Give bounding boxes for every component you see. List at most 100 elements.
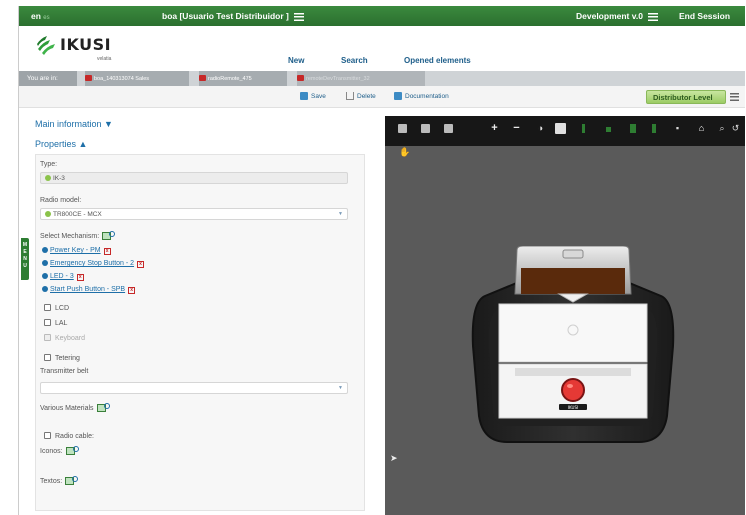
user-menu-icon[interactable] <box>293 12 304 21</box>
breadcrumb-item-text: boa_140313074 Sales <box>94 76 150 82</box>
breadcrumb-item-radioremote[interactable]: radioRemote_475 <box>199 71 287 86</box>
checkbox-label: Radio cable: <box>55 433 94 440</box>
zoom-out-icon[interactable]: − <box>512 123 521 134</box>
lcd-checkbox[interactable]: LCD <box>44 304 69 312</box>
ikusi-logo[interactable]: IKUSI velatia <box>35 32 135 66</box>
logo-text: IKUSI <box>60 35 112 54</box>
distributor-level-badge[interactable]: Distributor Level <box>646 90 726 104</box>
remove-icon[interactable]: x <box>128 287 136 294</box>
breadcrumb: You are in: boa_140313074 Sales radioRem… <box>19 71 745 86</box>
mechanism-item-power-key[interactable]: Power Key - PM x <box>42 247 111 255</box>
text-tool-icon[interactable] <box>555 123 566 134</box>
tool-bar-icon[interactable] <box>582 124 585 133</box>
zoom-in-icon[interactable]: + <box>490 123 499 134</box>
select-mechanism-label: Select Mechanism: <box>40 231 116 240</box>
checkbox-label: LCD <box>55 305 70 312</box>
radio-model-select[interactable]: TR800CE - MCX ▼ <box>40 208 348 220</box>
app-frame: en es boa [Usuario Test Distribuidor ] D… <box>18 6 745 515</box>
view-front-icon[interactable] <box>421 124 430 133</box>
mechanism-link[interactable]: Power Key - PM <box>50 247 101 254</box>
mechanism-item-emergency-stop[interactable]: Emergency Stop Button - 2x <box>42 260 145 268</box>
iconos-text: Iconos: <box>40 448 63 455</box>
side-menu-tab[interactable]: MENU <box>21 238 29 280</box>
language-current[interactable]: en <box>31 11 41 21</box>
small-square-icon[interactable] <box>606 127 611 132</box>
language-selector[interactable]: en es <box>31 11 50 21</box>
rotate-icon[interactable]: ◑ <box>536 124 545 133</box>
mouse-cursor-icon: ➤ <box>390 453 398 463</box>
breadcrumb-item-icon <box>297 75 304 81</box>
language-alt[interactable]: es <box>43 15 49 21</box>
add-text-icon[interactable] <box>65 476 79 485</box>
main-information-toggle[interactable]: Main information ▼ <box>35 119 113 129</box>
delete-label: Delete <box>357 93 376 100</box>
transmitter-belt-select[interactable]: ▼ <box>40 382 348 394</box>
documentation-label: Documentation <box>405 93 449 100</box>
add-icon-icon[interactable] <box>65 446 80 455</box>
mechanism-link[interactable]: Start Push Button - SPB <box>50 286 125 293</box>
textos-text: Textos: <box>40 478 63 485</box>
checkbox-box[interactable] <box>44 319 51 326</box>
mechanism-dot-icon <box>42 286 48 292</box>
save-button[interactable]: Save <box>300 92 326 100</box>
view-side-icon[interactable] <box>444 124 453 133</box>
properties-form: Type: IK-3 Radio model: TR800CE - MCX ▼ S… <box>35 154 365 511</box>
mechanism-dot-icon <box>42 260 48 266</box>
checkbox-box <box>44 334 51 341</box>
toolbar-menu-icon[interactable] <box>730 93 739 101</box>
documentation-button[interactable]: Documentation <box>394 92 449 100</box>
view-grid-icon[interactable] <box>398 124 407 133</box>
pan-hand-icon[interactable]: ✋ <box>399 147 410 158</box>
type-field: IK-3 <box>40 172 348 184</box>
lal-checkbox[interactable]: LAL <box>44 319 67 327</box>
checkbox-box[interactable] <box>44 354 51 361</box>
mechanism-item-led[interactable]: LED - 3x <box>42 273 84 281</box>
properties-panel: Main information ▼ Properties ▲ Type: IK… <box>31 116 371 511</box>
add-material-icon[interactable] <box>96 403 111 412</box>
mechanism-dot-icon <box>42 273 48 279</box>
radio-cable-checkbox[interactable]: Radio cable: <box>44 432 94 440</box>
breadcrumb-item-transmitter[interactable]: remoteDevTransmitter_32 <box>297 71 425 86</box>
nav-opened-elements[interactable]: Opened elements <box>404 56 471 65</box>
remove-icon[interactable]: x <box>76 274 84 281</box>
3d-viewer[interactable]: + − ◑ ▪ ⌂ ⌕ ↺ ✋ IKUSI ➤ <box>385 116 745 515</box>
properties-toggle[interactable]: Properties ▲ <box>35 139 87 149</box>
save-label: Save <box>311 93 326 100</box>
save-icon <box>300 92 308 100</box>
various-materials-text: Various Materials <box>40 405 94 412</box>
zoom-fit-icon[interactable]: ⌕ <box>715 124 729 133</box>
checkbox-box[interactable] <box>44 304 51 311</box>
type-value: IK-3 <box>53 174 65 182</box>
keyboard-checkbox: Keyboard <box>44 334 85 342</box>
remove-icon[interactable]: x <box>103 248 111 255</box>
environment-label: Development v.0 <box>576 11 643 21</box>
viewer-toolbar: + − ◑ ▪ ⌂ ⌕ ↺ <box>385 116 745 146</box>
remove-icon[interactable]: x <box>137 261 145 268</box>
textos-label: Textos: <box>40 476 79 485</box>
mechanism-link[interactable]: LED - 3 <box>50 273 74 280</box>
radio-model-status-icon <box>45 210 51 217</box>
medium-square-icon[interactable] <box>630 124 636 133</box>
bar-tool-icon[interactable] <box>652 124 656 133</box>
undo-icon[interactable]: ↺ <box>731 124 740 133</box>
transmitter-device[interactable]: IKUSI <box>467 246 679 446</box>
environment-menu-icon[interactable] <box>647 12 658 21</box>
checkbox-box[interactable] <box>44 432 51 439</box>
nav-new[interactable]: New <box>288 56 304 65</box>
breadcrumb-item-sales[interactable]: boa_140313074 Sales <box>85 71 189 86</box>
mechanism-item-start-push[interactable]: Start Push Button - SPB x <box>42 286 136 294</box>
breadcrumb-item-icon <box>199 75 206 81</box>
home-icon[interactable]: ⌂ <box>697 124 706 133</box>
end-session-link[interactable]: End Session <box>679 11 730 21</box>
tetering-checkbox[interactable]: Tetering <box>44 354 80 362</box>
radio-model-value: TR800CE - MCX <box>53 210 102 218</box>
environment[interactable]: Development v.0 <box>576 11 658 21</box>
delete-button[interactable]: Delete <box>346 92 376 100</box>
various-materials-label: Various Materials <box>40 403 111 412</box>
device-brand-text: IKUSI <box>568 405 578 410</box>
trash-icon[interactable]: ▪ <box>673 124 682 133</box>
mechanism-link[interactable]: Emergency Stop Button - 2 <box>50 260 134 267</box>
current-user[interactable]: boa [Usuario Test Distribuidor ] <box>162 11 304 21</box>
nav-search[interactable]: Search <box>341 56 368 65</box>
add-mechanism-icon[interactable] <box>102 231 116 240</box>
